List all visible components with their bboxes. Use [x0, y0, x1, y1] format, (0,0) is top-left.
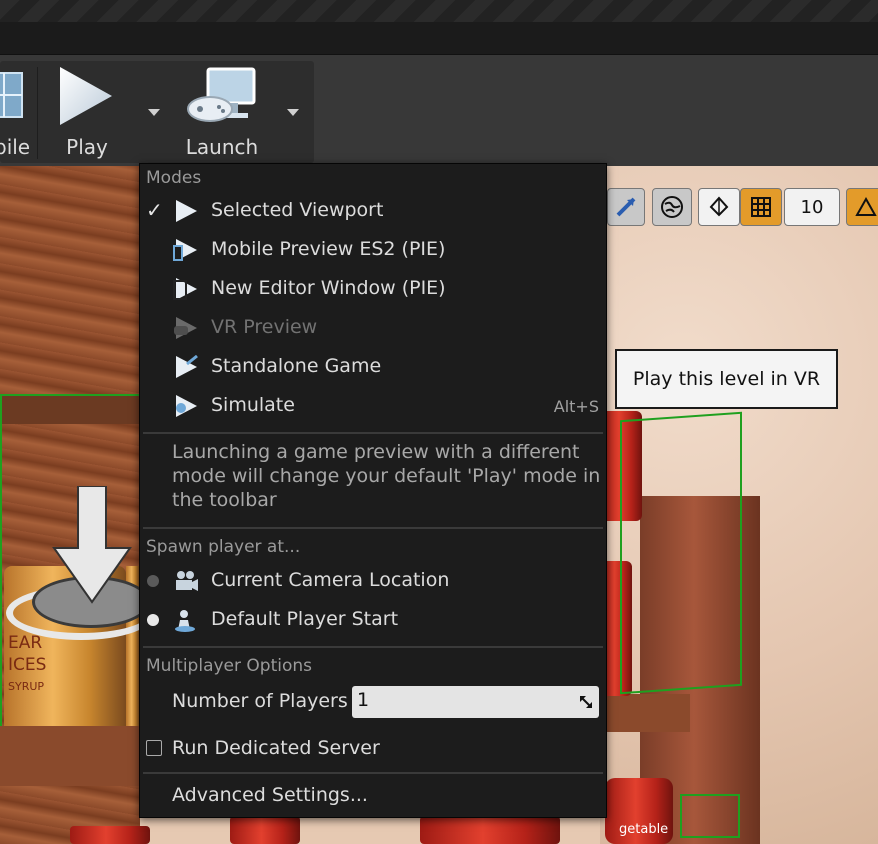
- menu-item-standalone-game[interactable]: Standalone Game: [140, 349, 606, 385]
- radio-button-camera-location[interactable]: [147, 575, 159, 587]
- scene-can: [70, 826, 150, 844]
- editor-window-icon: [173, 278, 197, 300]
- toolbar-divider: [37, 67, 38, 159]
- menu-item-label: Simulate: [211, 394, 295, 416]
- launch-button-label: Launch: [185, 135, 259, 159]
- menu-item-mobile-preview[interactable]: Mobile Preview ES2 (PIE): [140, 232, 606, 268]
- launch-options-dropdown-arrow[interactable]: [287, 109, 299, 116]
- modes-description: Launching a game preview with a differen…: [172, 441, 601, 511]
- play-triangle-icon: [176, 200, 197, 222]
- surface-snapping-button[interactable]: [698, 188, 740, 226]
- drag-resize-icon[interactable]: [579, 695, 593, 709]
- run-dedicated-server-row[interactable]: Run Dedicated Server: [140, 732, 606, 768]
- window-title-bar: [0, 0, 878, 22]
- scene-can: [230, 816, 300, 844]
- tab-strip: [0, 22, 878, 54]
- angle-icon: [855, 196, 877, 216]
- menu-item-spawn-camera-location[interactable]: Current Camera Location: [140, 563, 606, 599]
- number-of-players-input[interactable]: 1: [352, 686, 599, 718]
- menu-item-label: Selected Viewport: [211, 199, 384, 221]
- run-dedicated-server-label: Run Dedicated Server: [172, 737, 380, 759]
- mobile-button[interactable]: bile: [0, 61, 30, 163]
- can-label-text: ICES: [8, 655, 47, 675]
- surface-snap-icon: [709, 196, 729, 217]
- mobile-cube-icon: [0, 72, 23, 118]
- menu-item-selected-viewport[interactable]: ✓ Selected Viewport: [140, 193, 606, 229]
- scene-can: getable: [605, 778, 673, 844]
- play-options-dropdown-arrow[interactable]: [148, 109, 160, 116]
- simulate-icon: [176, 395, 197, 417]
- menu-item-simulate[interactable]: Simulate Alt+S: [140, 388, 606, 424]
- menu-item-shortcut: Alt+S: [553, 397, 599, 416]
- menu-item-label: Default Player Start: [211, 608, 399, 630]
- check-icon: ✓: [146, 198, 163, 222]
- selection-bounds: [620, 411, 742, 695]
- menu-item-label: Standalone Game: [211, 355, 382, 377]
- menu-divider: [143, 432, 603, 434]
- vr-preview-tooltip: Play this level in VR: [615, 349, 838, 409]
- globe-icon: [661, 196, 683, 218]
- tooltip-text: Play this level in VR: [632, 368, 821, 390]
- play-icon: [60, 67, 112, 125]
- play-options-menu: Modes ✓ Selected Viewport Mobile Preview…: [139, 163, 607, 818]
- menu-item-vr-preview[interactable]: VR Preview: [140, 310, 606, 346]
- grid-icon: [751, 197, 771, 217]
- menu-item-label: New Editor Window (PIE): [211, 277, 446, 299]
- down-arrow-icon: [52, 486, 132, 604]
- menu-divider: [143, 772, 603, 774]
- scene-shelf: [0, 726, 140, 786]
- run-dedicated-server-checkbox[interactable]: [146, 740, 162, 756]
- player-start-icon: [175, 610, 195, 632]
- number-of-players-row: Number of Players 1: [140, 682, 606, 722]
- scale-arrows-icon: [616, 197, 636, 217]
- multiplayer-section-header: Multiplayer Options: [146, 656, 312, 676]
- scene-shelf: [600, 694, 690, 732]
- menu-item-label: Mobile Preview ES2 (PIE): [211, 238, 446, 260]
- grid-snap-value-dropdown[interactable]: 10: [784, 188, 840, 226]
- can-label-text: SYRUP: [8, 680, 45, 693]
- menu-item-new-editor-window[interactable]: New Editor Window (PIE): [140, 271, 606, 307]
- camera-icon: [176, 571, 198, 591]
- menu-item-label: Current Camera Location: [211, 569, 450, 591]
- menu-divider: [143, 527, 603, 529]
- toolbar-button-group: bile Play Launch: [0, 61, 314, 163]
- menu-item-label: VR Preview: [211, 316, 318, 338]
- launch-button[interactable]: Launch: [176, 61, 268, 163]
- play-button-label: Play: [66, 135, 108, 159]
- grid-snap-toggle[interactable]: [740, 188, 782, 226]
- menu-divider: [143, 646, 603, 648]
- selection-bounds: [680, 794, 740, 838]
- play-button[interactable]: Play: [44, 61, 130, 163]
- number-of-players-value: 1: [357, 689, 370, 711]
- modes-section-header: Modes: [146, 168, 202, 188]
- transform-widget-button[interactable]: [607, 188, 645, 226]
- spawn-section-header: Spawn player at...: [146, 537, 301, 557]
- main-toolbar: bile Play Launch: [0, 54, 878, 168]
- rotation-snap-toggle[interactable]: [846, 188, 878, 226]
- scene-can: [420, 816, 560, 844]
- number-of-players-label: Number of Players: [172, 690, 348, 712]
- vr-preview-icon: [174, 317, 197, 339]
- launch-monitor-gamepad-icon: [187, 67, 256, 122]
- can-label-text: getable: [619, 822, 669, 837]
- coordinate-system-button[interactable]: [652, 188, 692, 226]
- advanced-settings-item[interactable]: Advanced Settings...: [172, 784, 368, 806]
- grid-snap-value: 10: [800, 196, 824, 218]
- menu-item-spawn-default-player-start[interactable]: Default Player Start: [140, 602, 606, 638]
- mobile-preview-icon: [173, 239, 197, 261]
- radio-button-default-player-start[interactable]: [147, 614, 159, 626]
- mobile-button-label: bile: [0, 135, 31, 159]
- standalone-game-icon: [176, 355, 198, 378]
